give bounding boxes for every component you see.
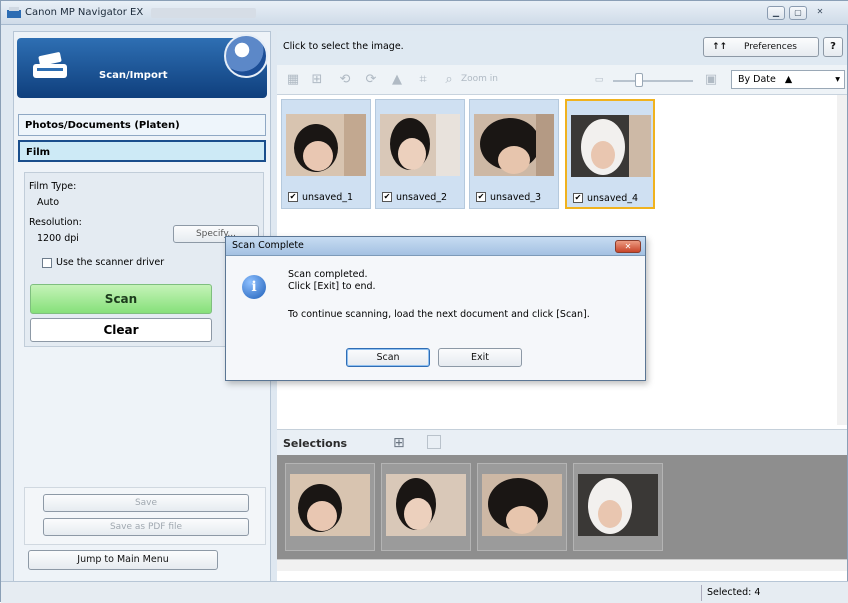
selections-label: Selections	[283, 437, 348, 450]
close-icon[interactable]: ✕	[811, 6, 829, 20]
thumbnail-checkbox[interactable]: ✔	[476, 192, 486, 202]
grid-small-icon[interactable]: ▦	[285, 73, 301, 87]
selection-item[interactable]	[285, 463, 375, 551]
rotate-left-icon[interactable]: ⟲	[337, 73, 353, 87]
dialog-message-line2: Click [Exit] to end.	[288, 281, 376, 292]
dialog-title-bar: Scan Complete	[226, 237, 645, 256]
scanned-image	[571, 115, 651, 177]
thumbnail-item[interactable]: ✔ unsaved_3	[469, 99, 559, 209]
save-as-pdf-button[interactable]: Save as PDF file	[43, 518, 249, 536]
preferences-icon: ↑↑	[712, 42, 728, 52]
selection-image	[290, 474, 370, 536]
app-window: Canon MP Navigator EX ▁ ▢ ✕ Scan/Import …	[0, 0, 848, 603]
slider-handle[interactable]	[635, 73, 643, 87]
save-panel: Save Save as PDF file	[24, 487, 266, 545]
grid-large-icon[interactable]: ⊞	[309, 73, 325, 87]
dialog-title: Scan Complete	[232, 240, 304, 251]
chevron-down-icon: ▾	[835, 74, 840, 85]
source-film[interactable]: Film	[18, 140, 266, 162]
preferences-button[interactable]: ↑↑ Preferences	[703, 37, 819, 57]
grid-view-icon[interactable]: ⊞	[393, 435, 405, 451]
resolution-value: 1200 dpi	[37, 233, 79, 244]
thumbnail-item-selected[interactable]: ✔ unsaved_4	[565, 99, 655, 209]
dialog-close-icon[interactable]: ✕	[615, 240, 641, 253]
maximize-button[interactable]: ▢	[789, 6, 807, 20]
zoom-in-label[interactable]: Zoom in	[461, 74, 498, 84]
thumbnail-label: unsaved_4	[587, 193, 639, 204]
thumbnail-size-slider[interactable]	[613, 80, 693, 82]
selection-image	[386, 474, 466, 536]
save-button[interactable]: Save	[43, 494, 249, 512]
dialog-message-line3: To continue scanning, load the next docu…	[288, 309, 590, 320]
hint-text: Click to select the image.	[283, 41, 404, 52]
film-type-value: Auto	[37, 197, 60, 208]
scanned-image	[474, 114, 554, 176]
selections-header: Selections ⊞	[277, 429, 847, 455]
use-scanner-driver-checkbox[interactable]	[42, 258, 52, 268]
info-icon: i	[242, 275, 266, 299]
title-redacted	[151, 8, 256, 18]
film-type-label: Film Type:	[29, 181, 77, 192]
thumbnail-label: unsaved_2	[396, 192, 448, 203]
crop-icon[interactable]: ⌗	[415, 73, 431, 87]
scanned-image	[380, 114, 460, 176]
thumbnail-item[interactable]: ✔ unsaved_2	[375, 99, 465, 209]
scan-complete-dialog: Scan Complete ✕ i Scan completed. Click …	[225, 236, 646, 381]
large-thumb-icon: ▣	[704, 72, 718, 87]
minimize-button[interactable]: ▁	[767, 6, 785, 20]
selection-image	[578, 474, 658, 536]
mode-switch-globe-icon[interactable]	[224, 34, 268, 78]
jump-to-main-menu-button[interactable]: Jump to Main Menu	[28, 550, 218, 570]
selection-item[interactable]	[381, 463, 471, 551]
horizontal-scrollbar[interactable]	[277, 559, 847, 571]
sort-asc-icon: ▲	[784, 74, 793, 85]
app-icon	[7, 7, 21, 18]
dialog-exit-button[interactable]: Exit	[438, 348, 522, 367]
correct-icon[interactable]: ▲	[389, 73, 405, 87]
sort-dropdown[interactable]: By Date ▲ ▾	[731, 70, 845, 89]
status-divider	[701, 585, 702, 601]
rotate-right-icon[interactable]: ⟳	[363, 73, 379, 87]
selected-count: Selected: 4	[707, 587, 761, 598]
use-scanner-driver-label: Use the scanner driver	[56, 257, 165, 268]
selection-item[interactable]	[573, 463, 663, 551]
source-photos-documents[interactable]: Photos/Documents (Platen)	[18, 114, 266, 136]
thumbnail-label: unsaved_3	[490, 192, 542, 203]
clear-button[interactable]: Clear	[30, 318, 212, 342]
thumbnail-checkbox[interactable]: ✔	[288, 192, 298, 202]
selections-area	[277, 455, 847, 559]
zoom-icon[interactable]: ⌕	[441, 73, 457, 87]
thumbnail-checkbox[interactable]: ✔	[573, 193, 583, 203]
single-view-icon[interactable]	[427, 435, 441, 449]
sort-value: By Date	[738, 74, 776, 85]
help-button[interactable]: ?	[823, 37, 843, 57]
small-thumb-icon: ▭	[594, 75, 604, 85]
resolution-label: Resolution:	[29, 217, 82, 228]
scan-button[interactable]: Scan	[30, 284, 212, 314]
preferences-label: Preferences	[744, 42, 797, 52]
window-title: Canon MP Navigator EX	[25, 7, 144, 18]
dialog-message-line1: Scan completed.	[288, 269, 368, 280]
title-bar: Canon MP Navigator EX ▁ ▢ ✕	[1, 1, 848, 25]
thumbnail-item[interactable]: ✔ unsaved_1	[281, 99, 371, 209]
dialog-scan-button[interactable]: Scan	[346, 348, 430, 367]
scanner-icon	[33, 52, 67, 78]
right-topbar: Click to select the image. ↑↑ Preference…	[277, 31, 847, 65]
image-toolbar: ▦ ⊞ ⟲ ⟳ ▲ ⌗ ⌕ Zoom in ▭ ▣ By Date ▲ ▾	[277, 65, 847, 95]
scanned-image	[286, 114, 366, 176]
header-label: Scan/Import	[99, 70, 168, 81]
thumbnail-checkbox[interactable]: ✔	[382, 192, 392, 202]
thumbnail-label: unsaved_1	[302, 192, 354, 203]
status-bar: Selected: 4	[1, 581, 848, 603]
vertical-scrollbar[interactable]	[837, 95, 847, 425]
selection-image	[482, 474, 562, 536]
selection-item[interactable]	[477, 463, 567, 551]
